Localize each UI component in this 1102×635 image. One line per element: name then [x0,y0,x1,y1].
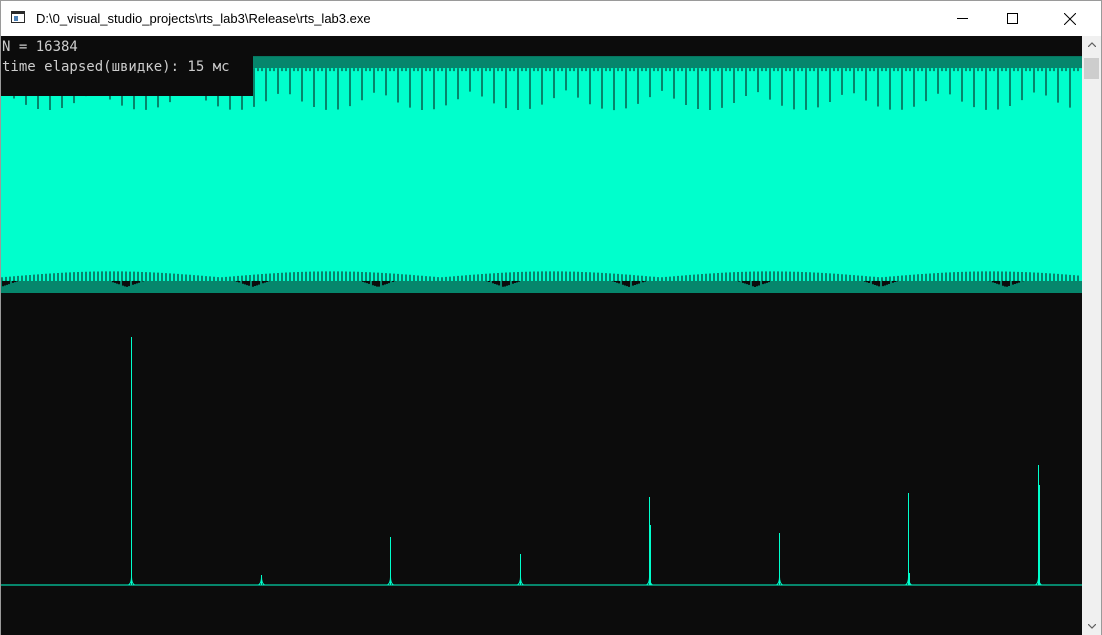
console-window: D:\0_visual_studio_projects\rts_lab3\Rel… [0,0,1102,635]
chevron-down-icon [1087,624,1096,629]
console-line-time: time elapsed(швидке): 15 мс [2,59,230,75]
scroll-up-button[interactable] [1082,36,1101,53]
title-bar[interactable]: D:\0_visual_studio_projects\rts_lab3\Rel… [1,1,1101,36]
scroll-down-button[interactable] [1082,618,1101,635]
maximize-icon [1006,13,1018,24]
signal-and-spectrum-plot [1,56,1082,586]
chevron-up-icon [1087,42,1096,47]
minimize-icon [956,18,968,19]
vertical-scrollbar[interactable] [1082,36,1101,635]
scroll-thumb[interactable] [1084,58,1099,79]
console-output: N = 16384 time elapsed(швидке): 15 мс [1,36,253,96]
console-client-area: N = 16384 time elapsed(швидке): 15 мс [1,36,1082,635]
window-title: D:\0_visual_studio_projects\rts_lab3\Rel… [36,11,371,26]
console-line-n: N = 16384 [2,39,78,55]
maximize-button[interactable] [989,1,1035,36]
close-icon [1064,12,1076,25]
console-app-icon [11,11,25,23]
minimize-button[interactable] [939,1,985,36]
close-button[interactable] [1047,1,1093,36]
